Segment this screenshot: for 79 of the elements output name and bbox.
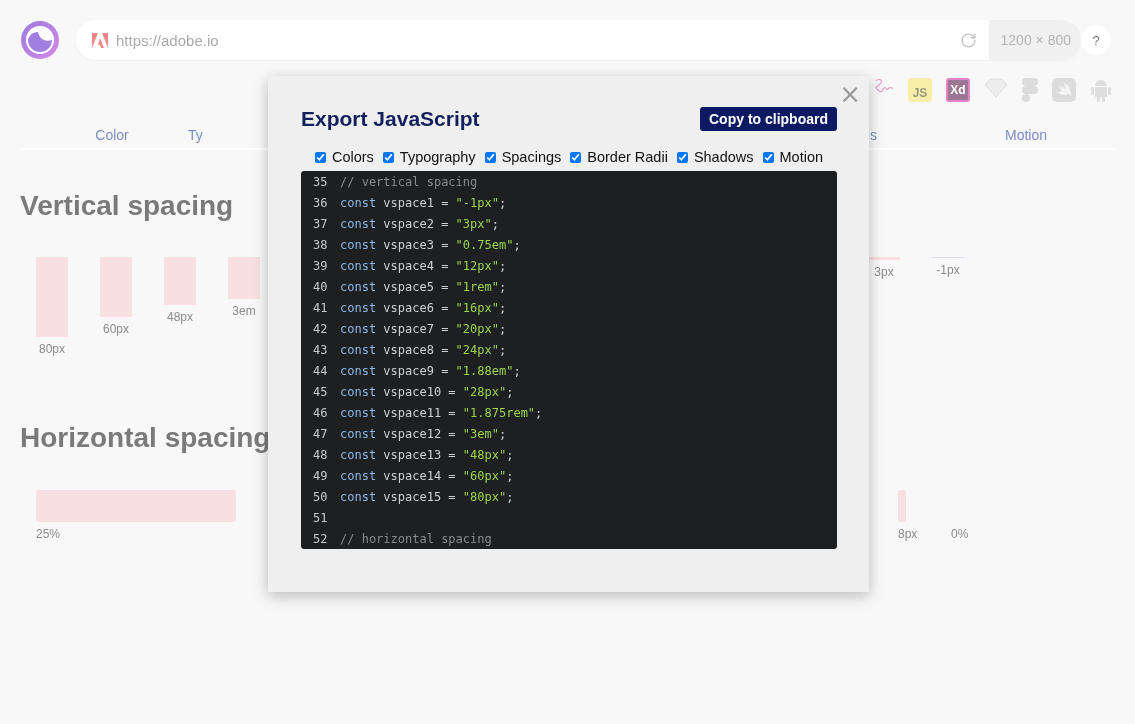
url-field[interactable]: https://adobe.io bbox=[108, 31, 960, 49]
copy-button[interactable]: Copy to clipboard bbox=[700, 107, 837, 131]
option-checkbox[interactable] bbox=[762, 151, 774, 163]
option-label: Border Radii bbox=[587, 149, 668, 165]
line-number: 49 bbox=[313, 468, 329, 483]
line-number: 51 bbox=[313, 510, 329, 525]
spacing-bar bbox=[228, 257, 260, 299]
code-line: const vspace11 = "1.875rem"; bbox=[340, 405, 543, 420]
spacing-label: 80px bbox=[39, 342, 65, 356]
line-number: 47 bbox=[313, 426, 329, 441]
line-number: 41 bbox=[313, 300, 329, 315]
code-line: const vspace1 = "-1px"; bbox=[340, 195, 507, 210]
line-number: 50 bbox=[313, 489, 329, 504]
spacing-label: 60px bbox=[103, 322, 129, 336]
xd-logo[interactable]: Xd bbox=[946, 78, 970, 102]
js-logo[interactable]: JS bbox=[908, 78, 932, 102]
reload-icon[interactable] bbox=[959, 31, 977, 49]
line-number: 37 bbox=[313, 216, 329, 231]
spacing-label: 8px bbox=[898, 527, 918, 541]
spacing-label: 0% bbox=[951, 527, 969, 541]
line-number: 36 bbox=[313, 195, 329, 210]
option-checkbox[interactable] bbox=[484, 151, 496, 163]
line-number: 39 bbox=[313, 258, 329, 273]
code-line: const vspace5 = "1rem"; bbox=[340, 279, 507, 294]
option-label: Colors bbox=[331, 149, 374, 165]
spacing-bar bbox=[898, 490, 906, 522]
code-line: const vspace3 = "0.75em"; bbox=[340, 237, 521, 252]
code-line: const vspace7 = "20px"; bbox=[340, 321, 507, 336]
spacing-label: -1px bbox=[936, 263, 960, 277]
help-button[interactable]: ? bbox=[1081, 25, 1111, 55]
code-line: const vspace14 = "60px"; bbox=[340, 468, 514, 483]
line-number: 38 bbox=[313, 237, 329, 252]
close-button[interactable]: × bbox=[839, 80, 861, 108]
section-tab[interactable]: s bbox=[870, 122, 950, 148]
code-line: const vspace10 = "28px"; bbox=[340, 384, 514, 399]
line-number: 42 bbox=[313, 321, 329, 336]
spacing-label: 48px bbox=[167, 310, 193, 324]
section-tab[interactable]: Color bbox=[36, 122, 188, 148]
address-bar[interactable]: https://adobe.io 1200 × 800 bbox=[76, 20, 1081, 60]
line-number: 45 bbox=[313, 384, 329, 399]
code-line: const vspace12 = "3em"; bbox=[340, 426, 507, 441]
dialog-title: Export JavaScript bbox=[301, 107, 480, 131]
option-label: Shadows bbox=[693, 149, 754, 165]
viewport-size: 1200 × 800 bbox=[988, 20, 1081, 60]
code-line: const vspace13 = "48px"; bbox=[340, 447, 514, 462]
spacing-bar bbox=[164, 257, 196, 305]
option-label: Spacings bbox=[501, 149, 562, 165]
option-checkbox[interactable] bbox=[570, 151, 582, 163]
line-number: 46 bbox=[313, 405, 329, 420]
code-line: const vspace9 = "1.88em"; bbox=[340, 363, 521, 378]
spacing-label: 3em bbox=[232, 304, 256, 318]
code-comment: // vertical spacing bbox=[340, 174, 478, 189]
option-label: Typography bbox=[399, 149, 476, 165]
spacing-bar bbox=[100, 257, 132, 317]
section-tab[interactable]: Motion bbox=[950, 122, 1102, 148]
option-checkbox[interactable] bbox=[382, 151, 394, 163]
code-comment: // horizontal spacing bbox=[340, 531, 492, 546]
line-number: 40 bbox=[313, 279, 329, 294]
spacing-label: 3px bbox=[874, 265, 894, 279]
line-number: 48 bbox=[313, 447, 329, 462]
code-line: const vspace8 = "24px"; bbox=[340, 342, 507, 357]
code-line: const vspace2 = "3px"; bbox=[340, 216, 499, 231]
option-label: Motion bbox=[779, 149, 824, 165]
option-checkbox[interactable] bbox=[676, 151, 688, 163]
section-heading: Horizontal spacing bbox=[20, 422, 271, 454]
option-checkbox[interactable] bbox=[314, 151, 326, 163]
spacing-label: 25% bbox=[36, 527, 61, 541]
line-number: 44 bbox=[313, 363, 329, 378]
line-number: 43 bbox=[313, 342, 329, 357]
code-line: const vspace15 = "80px"; bbox=[340, 489, 514, 504]
section-tab[interactable]: Ty bbox=[188, 122, 268, 148]
code-line: const vspace4 = "12px"; bbox=[340, 258, 507, 273]
script-logo-icon[interactable] bbox=[872, 78, 894, 94]
site-favicon-icon bbox=[92, 32, 108, 48]
line-number: 35 bbox=[313, 174, 329, 189]
line-number: 52 bbox=[313, 531, 329, 546]
app-logo[interactable] bbox=[20, 20, 60, 60]
section-heading: Vertical spacing bbox=[20, 190, 234, 222]
code-line: const vspace6 = "16px"; bbox=[340, 300, 507, 315]
